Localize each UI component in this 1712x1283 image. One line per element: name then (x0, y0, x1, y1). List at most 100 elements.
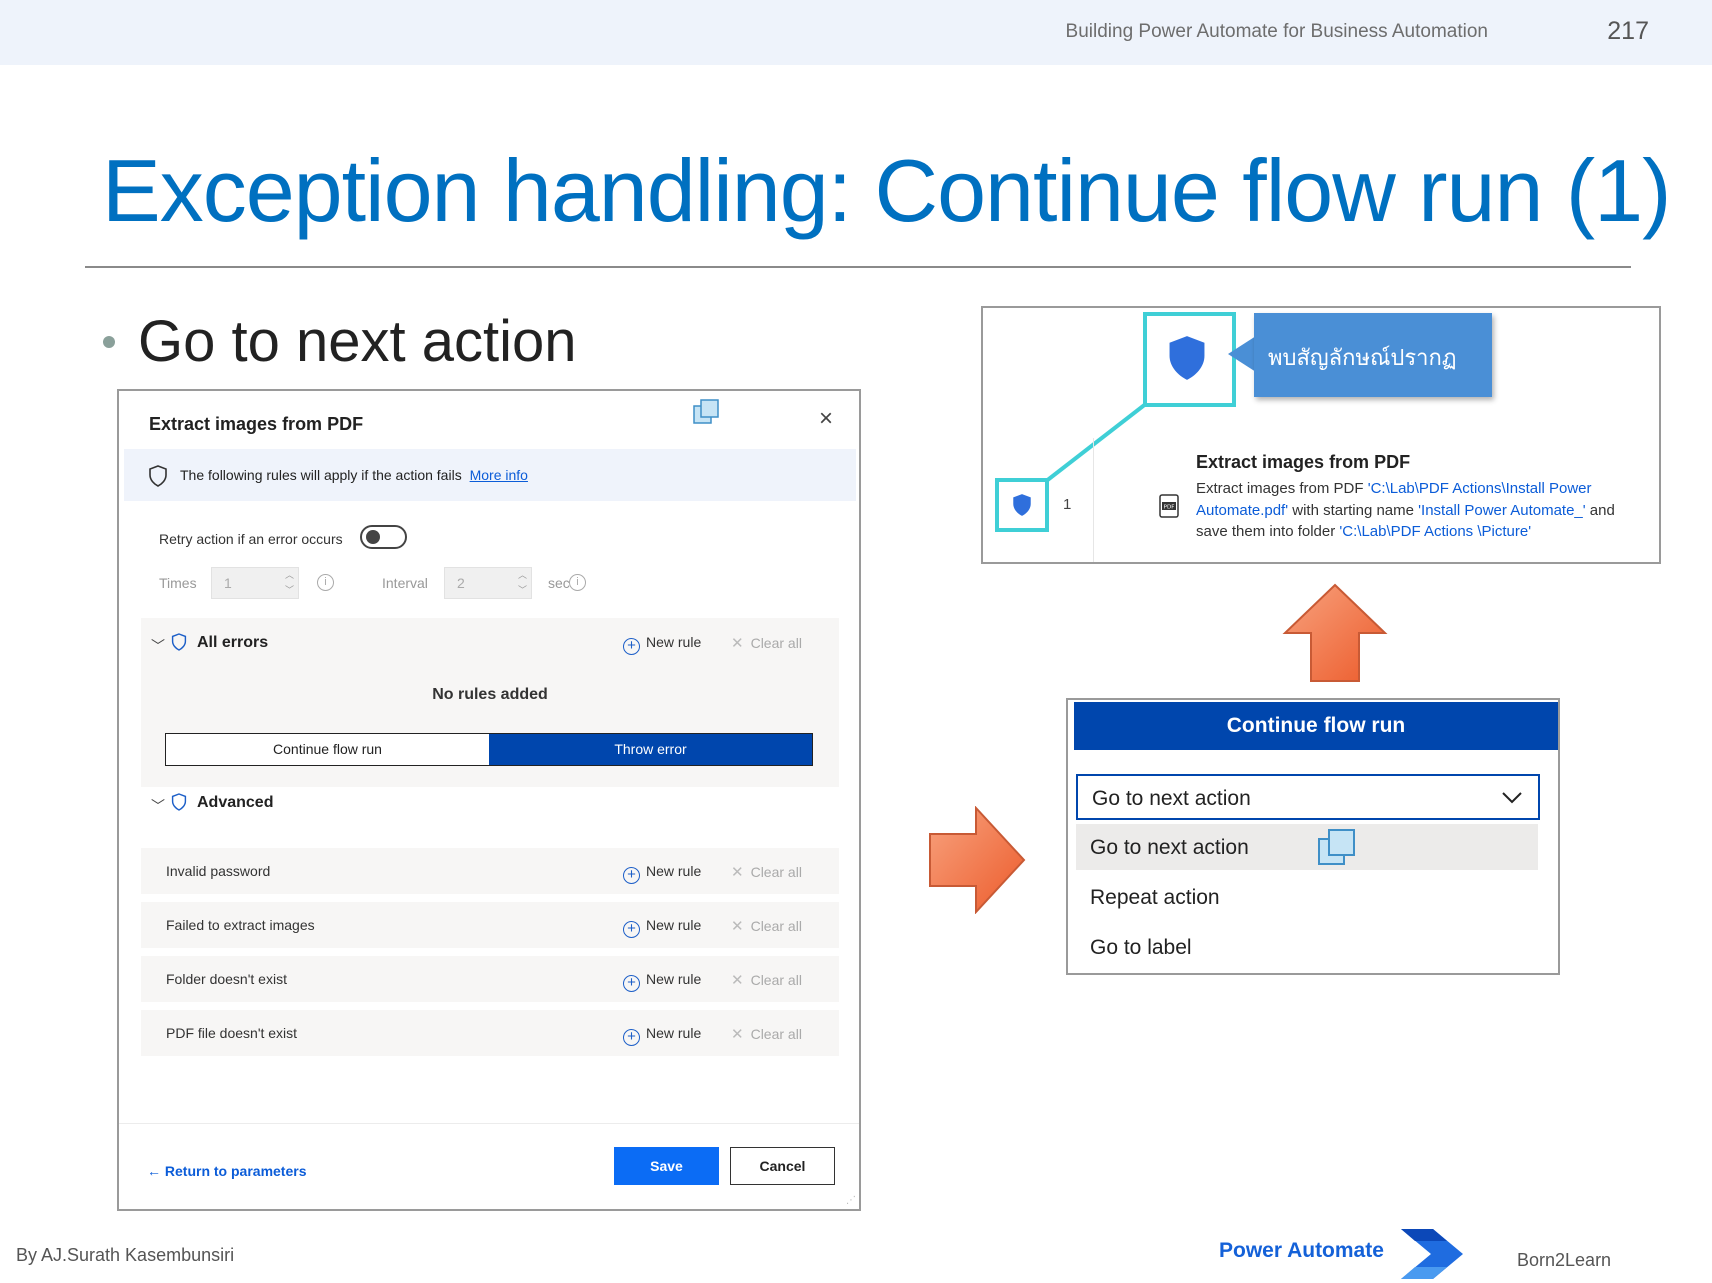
slide-title: Exception handling: Continue flow run (1… (102, 141, 1671, 240)
panel-header: Continue flow run (1074, 702, 1558, 750)
shield-outline-icon (148, 465, 168, 490)
new-rule-label: New rule (646, 863, 702, 879)
plus-icon: + (623, 1029, 640, 1046)
times-stepper[interactable]: ︿ ﹀ (285, 568, 294, 598)
return-to-parameters-link[interactable]: ← Return to parameters (147, 1163, 306, 1179)
bullet-dot (103, 336, 115, 348)
empty-state-text: No rules added (432, 686, 548, 703)
desc-start-name: 'Install Power Automate_' (1418, 501, 1586, 519)
page-number: 217 (1607, 17, 1649, 45)
clear-all-label: Clear all (750, 972, 802, 988)
close-icon: ✕ (731, 635, 744, 652)
callout-pointer (1228, 336, 1256, 372)
author-credit: By AJ.Surath Kasembunsiri (16, 1245, 235, 1265)
page-header-bar: Building Power Automate for Business Aut… (0, 0, 1712, 65)
highlight-box-small (995, 478, 1049, 532)
error-row-label: Folder doesn't exist (166, 971, 287, 987)
interval-value: 2 (457, 575, 465, 591)
copy-icon (1316, 827, 1356, 872)
dropdown-selected-value: Go to next action (1092, 787, 1251, 810)
interval-input[interactable]: 2 ︿ ﹀ (444, 567, 532, 599)
arrow-up-icon (1282, 583, 1388, 682)
cancel-button[interactable]: Cancel (730, 1147, 835, 1185)
close-icon[interactable]: × (819, 405, 833, 433)
plus-icon: + (623, 638, 640, 655)
new-rule-button[interactable]: + New rule (623, 1025, 701, 1046)
desc-folder-path: 'C:\Lab\PDF Actions \Picture' (1339, 523, 1532, 540)
dropdown-option[interactable]: Go to label (1076, 924, 1538, 970)
book-title: Building Power Automate for Business Aut… (1065, 21, 1488, 42)
throw-error-button[interactable]: Throw error (489, 734, 812, 765)
clear-all-label: Clear all (750, 635, 802, 651)
clear-all-button[interactable]: ✕ Clear all (731, 863, 802, 881)
chevron-down-icon[interactable]: ﹀ (151, 636, 165, 656)
more-info-link[interactable]: More info (470, 467, 528, 483)
interval-unit: sec (548, 575, 570, 591)
dropdown-option[interactable]: Go to next action (1076, 824, 1538, 870)
continue-action-dropdown[interactable]: Go to next action (1076, 774, 1540, 820)
retry-toggle[interactable] (360, 525, 407, 549)
times-value: 1 (224, 575, 232, 591)
chevron-down-icon[interactable]: ﹀ (151, 796, 165, 816)
step-divider (1093, 438, 1094, 562)
return-label: Return to parameters (164, 1163, 307, 1179)
advanced-heading: Advanced (197, 794, 274, 811)
clear-all-button[interactable]: ✕ Clear all (731, 917, 802, 935)
error-row-label: PDF file doesn't exist (166, 1025, 298, 1041)
continue-flow-run-panel: Continue flow run Go to next action Go t… (1066, 698, 1560, 975)
clear-all-label: Clear all (750, 1026, 802, 1042)
shield-outline-icon (171, 793, 187, 814)
all-errors-section: ﹀ All errors + New rule ✕ Clear all No rul… (141, 618, 839, 787)
error-row-failed-extract: Failed to extract images + New rule ✕ Clea… (141, 902, 839, 948)
error-row-invalid-password: Invalid password + New rule ✕ Clear all (141, 848, 839, 894)
close-icon: ✕ (731, 1026, 744, 1043)
info-banner: The following rules will apply if the ac… (124, 449, 856, 501)
times-input[interactable]: 1 ︿ ﹀ (211, 567, 299, 599)
times-label: Times (159, 575, 197, 591)
pdf-icon: PDF (1158, 494, 1180, 523)
save-button[interactable]: Save (614, 1147, 719, 1185)
info-text: The following rules will apply if the ac… (180, 467, 528, 483)
desc-text: Extract images from PDF (1196, 480, 1368, 497)
bullet-text: Go to next action (138, 309, 577, 374)
close-icon: ✕ (731, 972, 744, 989)
new-rule-label: New rule (646, 971, 702, 987)
footer-divider (119, 1123, 859, 1124)
all-errors-heading: All errors (197, 634, 269, 651)
chevron-down-icon (1500, 785, 1524, 814)
interval-stepper[interactable]: ︿ ﹀ (518, 568, 527, 598)
action-description: Extract images from PDF 'C:\Lab\PDF Acti… (1196, 478, 1646, 543)
new-rule-label: New rule (646, 634, 702, 650)
info-message: The following rules will apply if the ac… (180, 467, 462, 483)
arrow-left-icon: ← (147, 1163, 161, 1179)
interval-info-icon[interactable]: i (569, 574, 586, 591)
clear-all-button[interactable]: ✕ Clear all (731, 971, 802, 989)
continue-flow-run-button[interactable]: Continue flow run (166, 734, 489, 765)
shield-outline-icon (171, 633, 187, 654)
desc-text: with starting name (1288, 501, 1419, 519)
clear-all-label: Clear all (750, 918, 802, 934)
resize-grip-icon[interactable]: ⋰ (846, 1195, 856, 1206)
new-rule-button[interactable]: + New rule (623, 634, 701, 655)
error-row-folder-missing: Folder doesn't exist + New rule ✕ Clear al… (141, 956, 839, 1002)
clear-all-button[interactable]: ✕ Clear all (731, 634, 802, 652)
highlight-box-large (1143, 312, 1236, 407)
error-row-label: Invalid password (166, 863, 271, 879)
error-row-pdf-missing: PDF file doesn't exist + New rule ✕ Clear … (141, 1010, 839, 1056)
retry-label: Retry action if an error occurs (159, 531, 343, 547)
clear-all-button[interactable]: ✕ Clear all (731, 1025, 802, 1043)
new-rule-button[interactable]: + New rule (623, 971, 701, 992)
toggle-knob (366, 530, 380, 544)
times-info-icon[interactable]: i (317, 574, 334, 591)
plus-icon: + (623, 975, 640, 992)
action-title[interactable]: Extract images from PDF (1196, 452, 1410, 473)
new-rule-button[interactable]: + New rule (623, 917, 701, 938)
title-divider (85, 266, 1631, 268)
shield-icon[interactable] (1011, 493, 1033, 522)
product-name: Power Automate (1219, 1239, 1384, 1262)
close-icon: ✕ (731, 864, 744, 881)
clear-all-label: Clear all (750, 864, 802, 880)
new-rule-button[interactable]: + New rule (623, 863, 701, 884)
dropdown-option[interactable]: Repeat action (1076, 874, 1538, 920)
dialog-title: Extract images from PDF (149, 414, 364, 434)
